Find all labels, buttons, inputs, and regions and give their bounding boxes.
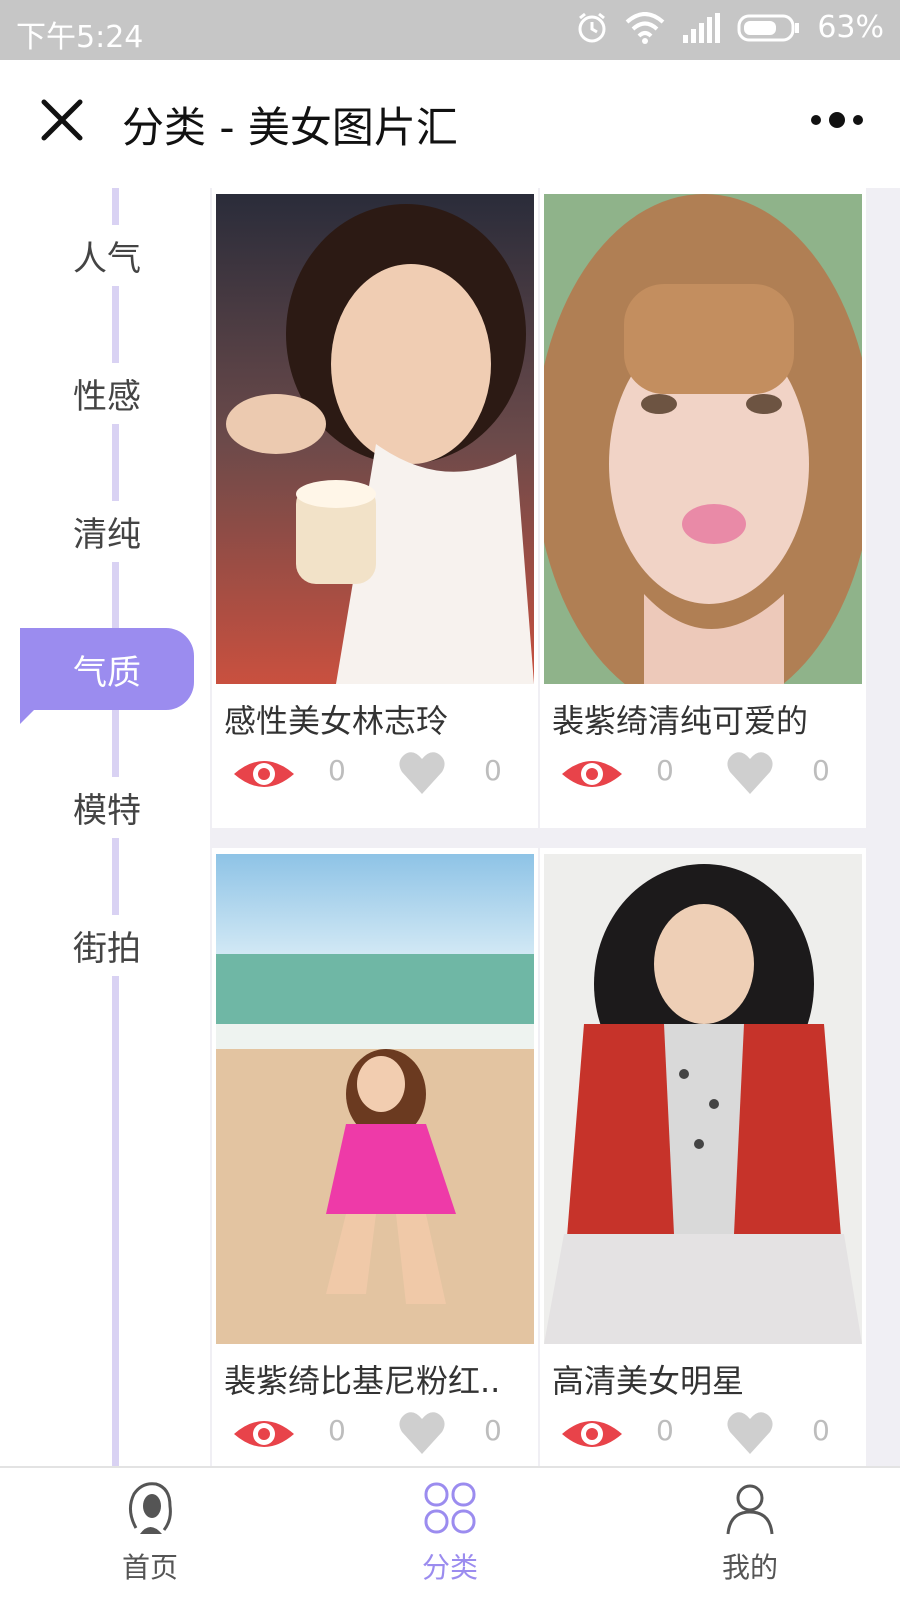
eye-icon (562, 761, 622, 787)
photo-card[interactable]: 高清美女明星 0 0 (540, 848, 866, 1466)
like-count: 0 (484, 754, 502, 787)
card-photo (544, 194, 862, 684)
photo-card[interactable]: 感性美女林志玲 0 0 (212, 188, 538, 828)
card-stats: 0 0 (540, 748, 866, 808)
category-grid-icon (424, 1482, 476, 1534)
battery-percent: 63% (817, 10, 884, 45)
view-count: 0 (328, 1414, 346, 1447)
sidebar-item-street[interactable]: 街拍 (20, 904, 194, 986)
page-header: 分类 - 美女图片汇 (0, 60, 900, 188)
view-count: 0 (656, 754, 674, 787)
card-stats: 0 0 (540, 1408, 866, 1466)
card-title: 裴紫绮清纯可爱的 (552, 702, 809, 740)
heart-icon[interactable] (398, 1410, 446, 1456)
alarm-icon (578, 12, 606, 42)
card-stats: 0 0 (212, 1408, 538, 1466)
sidebar-item-model[interactable]: 模特 (20, 766, 194, 848)
tab-home[interactable]: 首页 (70, 1480, 230, 1596)
like-count: 0 (484, 1414, 502, 1447)
page-title: 分类 - 美女图片汇 (122, 103, 458, 152)
heart-icon[interactable] (726, 1410, 774, 1456)
like-count: 0 (812, 1414, 830, 1447)
wifi-icon (625, 11, 665, 44)
battery-icon (737, 14, 800, 41)
photo-card[interactable]: 裴紫绮比基尼粉红.. 0 0 (212, 848, 538, 1466)
bottom-tab-bar: 首页 分类 我的 (0, 1466, 900, 1600)
heart-icon[interactable] (726, 750, 774, 796)
close-icon[interactable] (36, 94, 88, 146)
sidebar-item-elegant[interactable]: 气质 (20, 628, 194, 724)
home-portrait-icon (129, 1482, 172, 1534)
eye-icon (562, 1421, 622, 1447)
photo-card[interactable]: 裴紫绮清纯可爱的 0 0 (540, 188, 866, 828)
status-time: 下午5:24 (16, 20, 144, 55)
view-count: 0 (328, 754, 346, 787)
tab-category[interactable]: 分类 (370, 1480, 530, 1596)
card-title: 高清美女明星 (552, 1362, 745, 1400)
tab-label: 我的 (721, 1551, 778, 1584)
eye-icon (234, 1421, 294, 1447)
category-sidebar: 人气 性感 清纯 气质 模特 街拍 (0, 188, 210, 1466)
sidebar-item-label: 人气 (65, 224, 149, 286)
like-count: 0 (812, 754, 830, 787)
status-bar: 下午5:24 63% (0, 0, 900, 60)
sidebar-item-popular[interactable]: 人气 (20, 214, 194, 296)
user-icon (726, 1484, 774, 1535)
status-icons: 63% (575, 10, 884, 45)
more-icon[interactable] (808, 108, 866, 132)
card-photo (216, 854, 534, 1344)
card-photo (216, 194, 534, 684)
card-title: 裴紫绮比基尼粉红.. (224, 1362, 501, 1400)
card-title: 感性美女林志玲 (224, 702, 449, 740)
sidebar-item-label: 模特 (65, 776, 149, 838)
eye-icon (234, 761, 294, 787)
view-count: 0 (656, 1414, 674, 1447)
sidebar-item-label: 清纯 (65, 500, 149, 562)
sidebar-item-pure[interactable]: 清纯 (20, 490, 194, 572)
card-stats: 0 0 (212, 748, 538, 808)
tab-label: 首页 (121, 1551, 178, 1584)
sidebar-item-sexy[interactable]: 性感 (20, 352, 194, 434)
card-photo (544, 854, 862, 1344)
sidebar-item-label: 性感 (65, 362, 149, 424)
tab-profile[interactable]: 我的 (670, 1480, 830, 1596)
heart-icon[interactable] (398, 750, 446, 796)
photo-grid: 感性美女林志玲 0 0 裴紫绮清纯可爱的 0 0 裴紫绮比基尼粉红.. 0 0 … (210, 188, 900, 1466)
sidebar-item-label: 气质 (73, 652, 141, 693)
sidebar-item-label: 街拍 (65, 914, 149, 976)
tab-label: 分类 (421, 1551, 478, 1584)
signal-icon (683, 12, 721, 43)
